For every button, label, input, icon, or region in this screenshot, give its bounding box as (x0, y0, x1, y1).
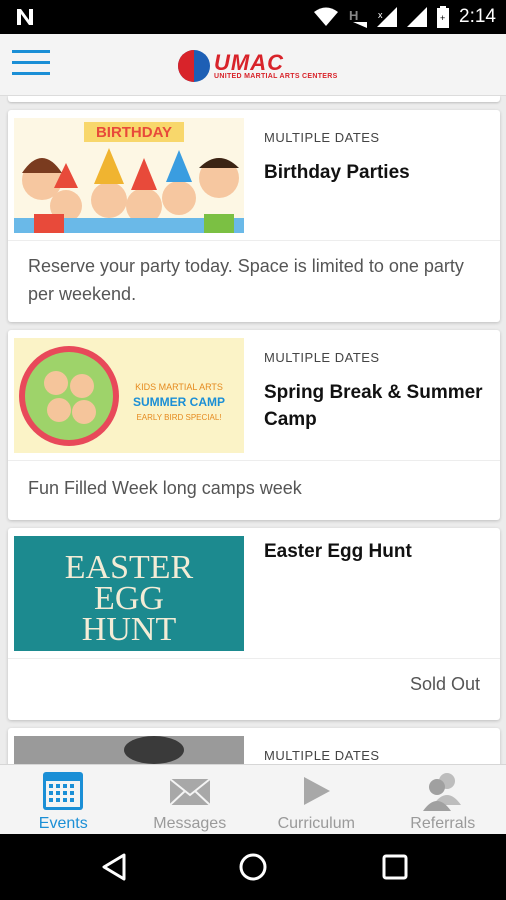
event-dates: MULTIPLE DATES (264, 748, 380, 763)
people-icon (422, 773, 461, 811)
summer-image-text-3: EARLY BIRD SPECIAL! (136, 413, 221, 422)
sold-out-status: Sold Out (409, 674, 480, 694)
summer-image-text-2: SUMMER CAMP (133, 395, 225, 409)
birthday-image-text: BIRTHDAY (96, 124, 172, 141)
calendar-icon (43, 772, 84, 810)
envelope-icon (169, 778, 211, 806)
signal-icon: x (377, 7, 398, 27)
event-title[interactable]: Spring Break & Summer Camp (264, 379, 488, 433)
svg-text:H: H (349, 8, 358, 23)
event-dates: MULTIPLE DATES (264, 130, 380, 145)
logo-emblem-icon (178, 50, 210, 82)
event-image-summer-camp: KIDS MARTIAL ARTS SUMMER CAMP EARLY BIRD… (14, 338, 244, 453)
event-card-birthday[interactable]: BIRTHDAY MULTIPLE DATES Birthday Parties… (8, 110, 500, 322)
home-icon[interactable] (238, 852, 268, 882)
logo-sub-text: UNITED MARTIAL ARTS CENTERS (214, 72, 338, 80)
app-header: UMAC UNITED MARTIAL ARTS CENTERS (0, 34, 506, 96)
card-divider (8, 460, 500, 461)
event-image-partial (14, 736, 244, 764)
recents-icon[interactable] (380, 852, 410, 882)
events-list[interactable]: BIRTHDAY MULTIPLE DATES Birthday Parties… (0, 96, 506, 764)
h-network-icon: H (349, 8, 368, 28)
android-navigation-bar (0, 834, 506, 900)
bottom-tab-bar: Events Messages Curriculum Referrals (0, 764, 506, 834)
logo-main-text: UMAC (214, 49, 284, 75)
easter-image-text-3: HUNT (82, 611, 177, 648)
menu-line-icon (12, 61, 50, 64)
tab-referrals-label: Referrals (410, 815, 476, 832)
event-card-partial[interactable]: MULTIPLE DATES (8, 728, 500, 764)
menu-line-icon (12, 50, 50, 53)
play-icon (304, 777, 331, 805)
tab-curriculum[interactable]: Curriculum (253, 765, 380, 834)
previous-card-edge (8, 96, 500, 102)
back-icon[interactable] (100, 852, 130, 882)
tab-curriculum-label: Curriculum (277, 815, 355, 832)
event-image-birthday: BIRTHDAY (14, 118, 244, 233)
card-divider (8, 658, 500, 659)
event-image-easter: EASTER EGG HUNT (14, 536, 244, 651)
n-notification-icon (17, 9, 33, 25)
umac-logo: UMAC UNITED MARTIAL ARTS CENTERS (178, 49, 338, 83)
event-card-summer-camp[interactable]: KIDS MARTIAL ARTS SUMMER CAMP EARLY BIRD… (8, 330, 500, 520)
event-description: Fun Filled Week long camps week (28, 478, 302, 498)
tab-events[interactable]: Events (0, 765, 127, 834)
tab-messages-label: Messages (153, 815, 227, 832)
hamburger-menu-button[interactable] (12, 50, 50, 80)
summer-image-text-1: KIDS MARTIAL ARTS (135, 382, 223, 392)
event-title[interactable]: Birthday Parties (264, 159, 488, 186)
status-time: 2:14 (459, 6, 496, 27)
status-bar: H x + 2:14 (0, 0, 506, 34)
card-divider (8, 240, 500, 241)
event-dates: MULTIPLE DATES (264, 350, 380, 365)
event-title[interactable]: Easter Egg Hunt (264, 538, 488, 565)
signal-2-icon (407, 7, 428, 27)
event-description: Reserve your party today. Space is limit… (28, 256, 464, 304)
event-card-easter[interactable]: EASTER EGG HUNT Easter Egg Hunt Sold Out (8, 528, 500, 720)
battery-icon: + (437, 6, 450, 28)
svg-text:x: x (378, 10, 383, 20)
tab-referrals[interactable]: Referrals (380, 765, 506, 834)
tab-events-label: Events (38, 815, 88, 832)
menu-line-icon (12, 72, 50, 75)
svg-text:+: + (440, 13, 445, 23)
wifi-icon (314, 7, 339, 26)
tab-messages[interactable]: Messages (127, 765, 254, 834)
